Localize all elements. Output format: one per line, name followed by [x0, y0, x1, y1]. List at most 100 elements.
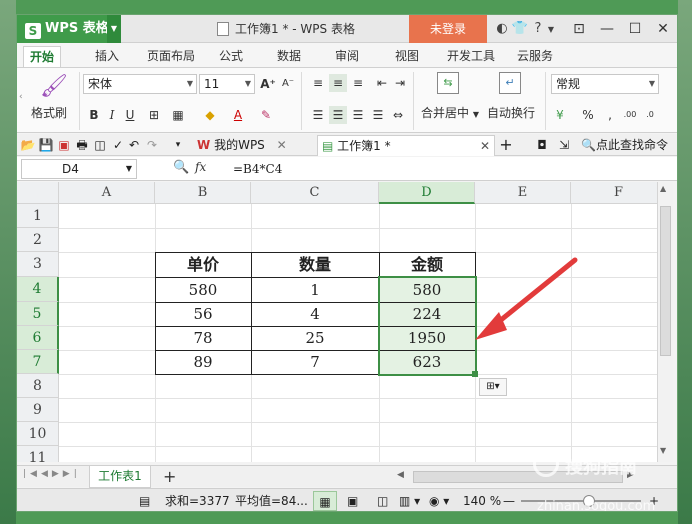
wrap-text-button[interactable]: 自动换行 [487, 104, 535, 121]
macro-record-icon[interactable]: ▤ [139, 489, 150, 511]
row-header-8[interactable]: 8 [17, 374, 59, 398]
ribbon-scroll-left-icon[interactable]: ‹ [19, 92, 23, 102]
sheet-nav-arrows-icon[interactable]: |◀◀▶▶| [23, 469, 81, 479]
row-header-5[interactable]: 5 [17, 302, 59, 326]
shirt-icon[interactable]: 👕 [511, 15, 529, 43]
increase-font-icon[interactable]: A⁺ [259, 75, 277, 93]
number-format-select[interactable]: 常规 ▼ [551, 74, 659, 94]
spreadsheet-grid[interactable]: A B C D E F 1 2 3 4 5 6 7 8 9 10 11 单价 数… [17, 182, 657, 462]
row-header-2[interactable]: 2 [17, 228, 59, 252]
paintbrush-icon[interactable]: 🖌 [39, 74, 69, 100]
bold-icon[interactable]: B [85, 106, 103, 124]
column-header-e[interactable]: E [475, 182, 571, 204]
zoom-formula-icon[interactable]: 🔍 [173, 160, 189, 175]
italic-icon[interactable]: I [103, 106, 121, 124]
format-painter-button[interactable]: 格式刷 [31, 104, 67, 121]
cell-b3[interactable]: 单价 [155, 253, 251, 277]
align-left-icon[interactable]: ☰ [309, 106, 327, 124]
print-preview-icon[interactable]: ◫ [91, 136, 109, 154]
close-icon[interactable]: ✕ [480, 136, 490, 156]
doc-tab-workbook[interactable]: ▤ 工作簿1 * ✕ [317, 135, 495, 156]
comma-style-icon[interactable]: , [601, 106, 619, 124]
row-header-4[interactable]: 4 [17, 277, 59, 302]
column-header-b[interactable]: B [155, 182, 251, 204]
row-header-6[interactable]: 6 [17, 326, 59, 350]
row-header-7[interactable]: 7 [17, 350, 59, 374]
tab-page-layout[interactable]: 页面布局 [141, 46, 201, 67]
justify-icon[interactable]: ☰ [369, 106, 387, 124]
align-bottom-icon[interactable]: ≡ [349, 74, 367, 92]
fx-button[interactable]: fx [195, 160, 206, 174]
tab-insert[interactable]: 插入 [89, 46, 125, 67]
merge-center-icon[interactable]: ⇆ [437, 72, 459, 94]
vertical-scroll-thumb[interactable] [660, 206, 671, 356]
borders-icon[interactable]: ⊞ [145, 106, 163, 124]
distributed-icon[interactable]: ⇔ [389, 106, 407, 124]
clear-format-icon[interactable]: ✎ [257, 106, 275, 124]
cell-style-icon[interactable]: ▦ [169, 106, 187, 124]
auto-fill-options-button[interactable]: ⊞▾ [479, 378, 507, 396]
page-layout-view-icon[interactable]: ▣ [347, 489, 358, 511]
align-center-icon[interactable]: ☰ [329, 106, 347, 124]
chevron-down-icon[interactable]: ▼ [107, 15, 121, 43]
align-top-icon[interactable]: ≡ [309, 74, 327, 92]
save-icon[interactable]: 💾 [37, 136, 55, 154]
export-pdf-icon[interactable]: ▣ [55, 136, 73, 154]
fill-handle[interactable] [472, 371, 478, 377]
align-middle-icon[interactable]: ≡ [329, 74, 347, 92]
tab-cloud[interactable]: 云服务 [511, 46, 559, 67]
percent-button[interactable]: % [579, 106, 597, 124]
tab-home[interactable]: 开始 [23, 46, 62, 67]
column-header-c[interactable]: C [251, 182, 379, 204]
column-header-d[interactable]: D [379, 182, 475, 204]
row-header-11[interactable]: 11 [17, 446, 59, 462]
grid-view-icon[interactable]: ▥ ▾ [399, 489, 420, 511]
underline-icon[interactable]: U [121, 106, 139, 124]
redo-icon[interactable]: ↷ [143, 136, 161, 154]
hscroll-left-icon[interactable]: ◀ [397, 470, 404, 480]
tab-formulas[interactable]: 公式 [213, 46, 249, 67]
doc-tab-my-wps[interactable]: W 我的WPS ✕ [193, 135, 291, 156]
column-header-f[interactable]: F [571, 182, 657, 204]
name-box[interactable]: D4 ▼ [21, 159, 137, 179]
cell-b7[interactable]: 89 [155, 351, 251, 374]
open-folder-icon[interactable]: 📂 [19, 136, 37, 154]
chevron-down-icon[interactable]: ▼ [547, 16, 555, 44]
document-info-icon[interactable]: ◘ [533, 136, 551, 154]
new-tab-icon[interactable]: + [497, 136, 515, 154]
minimize-button[interactable]: — [593, 15, 621, 43]
page-break-view-icon[interactable]: ◫ [377, 489, 388, 511]
row-header-9[interactable]: 9 [17, 398, 59, 422]
decrease-decimal-icon[interactable]: .0 [641, 106, 659, 124]
reading-mode-icon[interactable]: ◉ ▾ [429, 489, 449, 511]
add-sheet-icon[interactable]: + [163, 467, 176, 486]
fill-color-icon[interactable]: ◆ [201, 106, 219, 124]
cell-c3[interactable]: 数量 [251, 253, 379, 277]
print-icon[interactable]: 🖶 [73, 136, 91, 154]
row-header-1[interactable]: 1 [17, 204, 59, 228]
decrease-font-icon[interactable]: A⁻ [279, 75, 297, 93]
maximize-button[interactable]: ☐ [621, 15, 649, 43]
indent-increase-icon[interactable]: ⇥ [391, 74, 409, 92]
normal-view-icon[interactable]: ▦ [313, 491, 337, 511]
tab-developer[interactable]: 开发工具 [441, 46, 501, 67]
cell-c6[interactable]: 25 [251, 327, 379, 350]
wps-menu-button[interactable]: S WPS 表格 ▼ [17, 15, 121, 43]
indent-decrease-icon[interactable]: ⇤ [373, 74, 391, 92]
cell-c7[interactable]: 7 [251, 351, 379, 374]
row-header-10[interactable]: 10 [17, 422, 59, 446]
share-icon[interactable]: ⇲ [555, 136, 573, 154]
undo-icon[interactable]: ↶ [125, 136, 143, 154]
tab-data[interactable]: 数据 [271, 46, 307, 67]
increase-decimal-icon[interactable]: .00 [621, 106, 639, 124]
select-all-corner[interactable] [17, 182, 59, 204]
command-search[interactable]: 🔍点此查找命令 [577, 135, 672, 156]
scroll-down-icon[interactable]: ▼ [660, 446, 666, 455]
scroll-up-icon[interactable]: ▲ [660, 184, 666, 193]
vertical-scrollbar[interactable]: ▲ ▼ [657, 182, 673, 462]
row-header-3[interactable]: 3 [17, 252, 59, 277]
font-size-select[interactable]: 11 ▼ [199, 74, 255, 94]
zoom-level[interactable]: 140 % [463, 489, 501, 511]
cell-b5[interactable]: 56 [155, 303, 251, 326]
font-color-icon[interactable]: A [229, 106, 247, 124]
